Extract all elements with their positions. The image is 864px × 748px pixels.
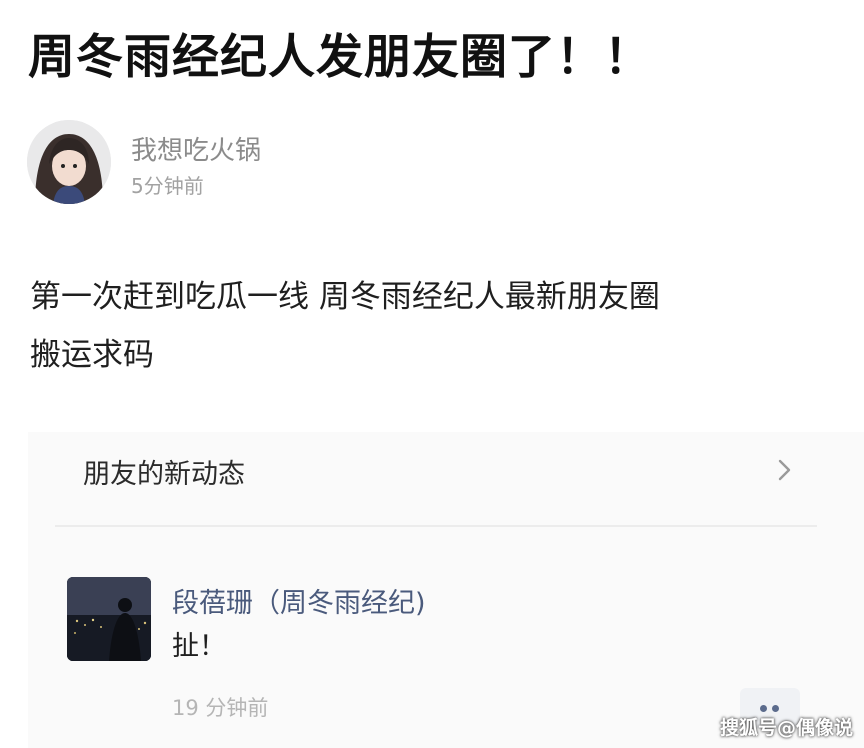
- watermark: 搜狐号@偶像说: [720, 717, 854, 739]
- more-dots-icon: [760, 705, 767, 712]
- comment-author-name[interactable]: 段蓓珊（周冬雨经纪): [172, 581, 426, 620]
- friends-moments-title: 朋友的新动态: [83, 459, 245, 490]
- avatar-photo-icon: [67, 577, 151, 661]
- more-dots-icon: [772, 705, 779, 712]
- post-body-line: 搬运求码: [30, 337, 154, 373]
- comment-text: 扯！: [172, 631, 226, 662]
- post-body-line: 第一次赶到吃瓜一线 周冬雨经纪人最新朋友圈: [30, 279, 660, 315]
- comment-timestamp: 19 分钟前: [172, 696, 269, 720]
- divider: [55, 525, 817, 527]
- post-avatar[interactable]: [27, 120, 111, 204]
- chevron-right-icon: [778, 459, 791, 481]
- friends-moments-row[interactable]: 朋友的新动态: [55, 438, 815, 508]
- comment-avatar[interactable]: [67, 577, 151, 661]
- headline: 周冬雨经纪人发朋友圈了！！: [28, 30, 652, 85]
- avatar-photo-icon: [27, 120, 111, 204]
- post-username[interactable]: 我想吃火锅: [131, 130, 261, 167]
- post-body: 第一次赶到吃瓜一线 周冬雨经纪人最新朋友圈 搬运求码: [30, 268, 850, 384]
- post-timestamp: 5分钟前: [131, 174, 204, 198]
